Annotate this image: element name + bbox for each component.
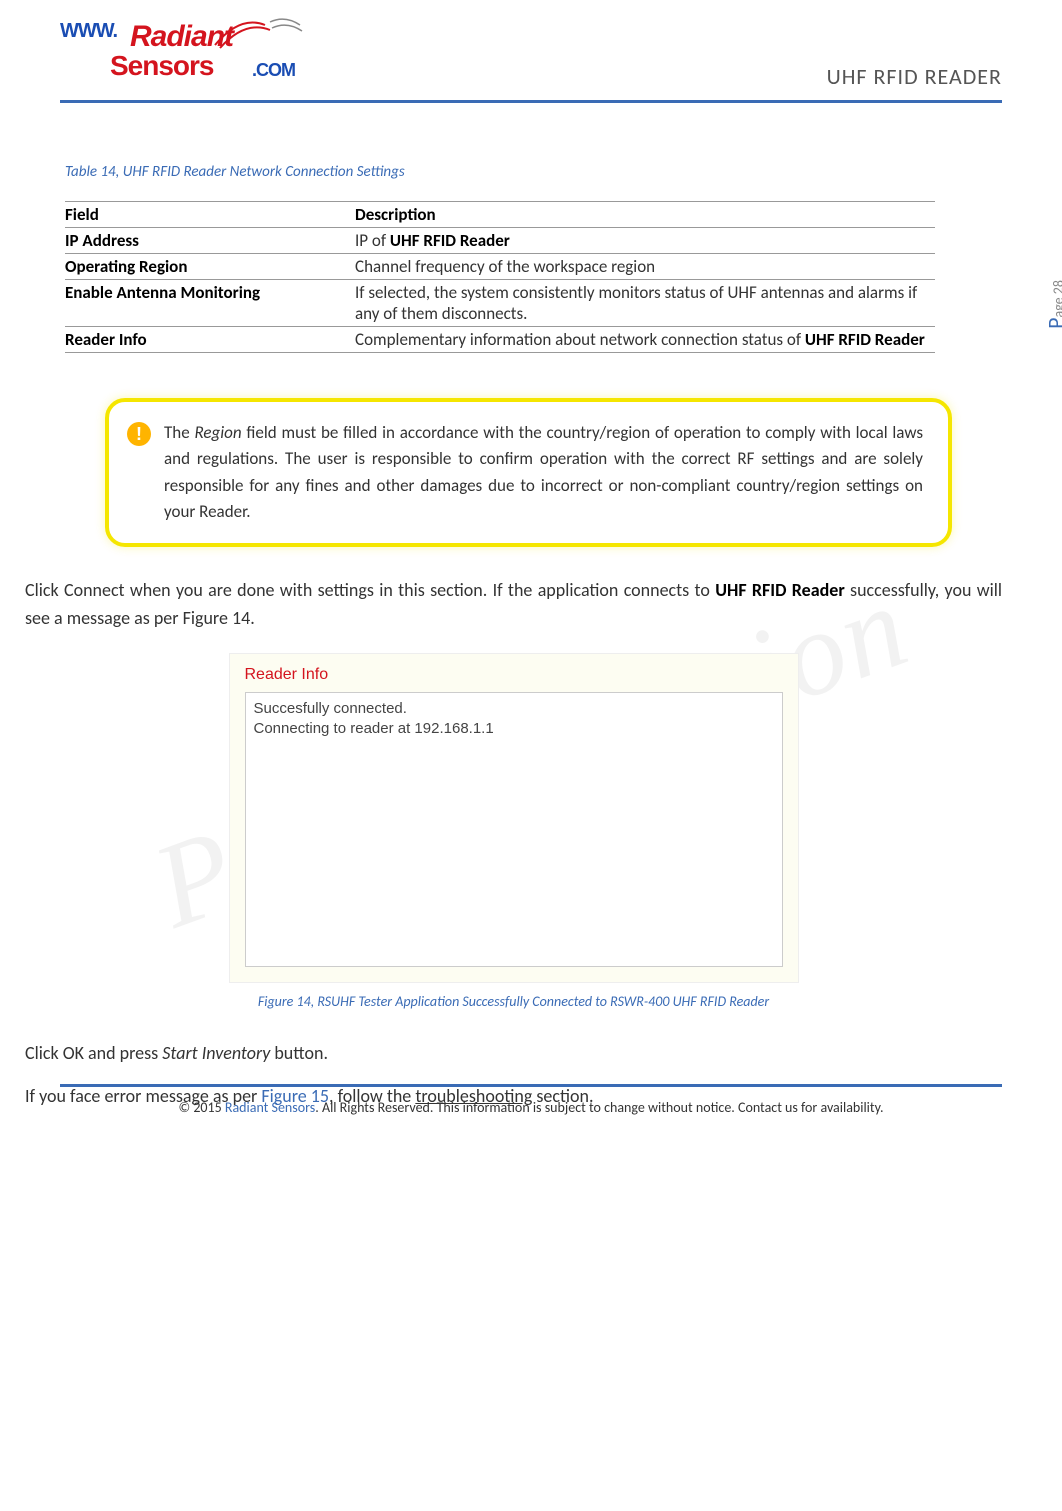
- footer-pre: © 2015: [178, 1099, 224, 1116]
- cell-field: IP Address: [65, 228, 355, 254]
- p2-em: Start Inventory: [162, 1042, 270, 1064]
- col-field: Field: [65, 202, 355, 228]
- desc-text: IP of: [355, 230, 390, 251]
- cell-field: Enable Antenna Monitoring: [65, 280, 355, 327]
- callout-em: Region: [194, 422, 241, 443]
- logo-radiant: Radiant: [130, 20, 233, 54]
- table-row: Reader Info Complementary information ab…: [65, 327, 935, 353]
- figure-reader-info: Reader Info Succesfully connected. Conne…: [229, 653, 799, 1010]
- page-age: age: [1050, 294, 1062, 317]
- p2-post: button.: [270, 1042, 328, 1064]
- paragraph-connect: Click Connect when you are done with set…: [25, 577, 1002, 633]
- cell-field: Operating Region: [65, 254, 355, 280]
- cell-desc: If selected, the system consistently mon…: [355, 280, 935, 327]
- reader-info-title: Reader Info: [245, 666, 783, 684]
- settings-table: Field Description IP Address IP of UHF R…: [65, 201, 935, 353]
- brand-logo: WWW. Radiant Sensors .COM: [60, 20, 320, 90]
- paragraph-ok: Click OK and press Start Inventory butto…: [25, 1040, 1002, 1068]
- desc-text: Channel frequency of the workspace regio…: [355, 256, 655, 277]
- reader-info-panel: Reader Info Succesfully connected. Conne…: [229, 653, 799, 983]
- cell-desc: Channel frequency of the workspace regio…: [355, 254, 935, 280]
- table-row: Operating Region Channel frequency of th…: [65, 254, 935, 280]
- cell-field: Reader Info: [65, 327, 355, 353]
- logo-www: WWW.: [60, 20, 117, 43]
- logo-com: .COM: [252, 60, 295, 81]
- p1-pre: Click Connect when you are done with set…: [25, 579, 715, 601]
- p1-bold: UHF RFID Reader: [715, 579, 845, 601]
- page-p: P: [1042, 318, 1062, 329]
- callout-pre: The: [164, 422, 194, 443]
- callout-post: field must be filled in accordance with …: [164, 422, 923, 522]
- reader-info-textarea: Succesfully connected. Connecting to rea…: [245, 692, 783, 967]
- desc-text: Complementary information about network …: [355, 329, 805, 350]
- table-header-row: Field Description: [65, 202, 935, 228]
- footer-text: © 2015 Radiant Sensors. All Rights Reser…: [60, 1099, 1002, 1116]
- document-title: UHF RFID READER: [827, 63, 1002, 90]
- ri-line1: Succesfully connected.: [254, 700, 407, 717]
- desc-text: If selected, the system consistently mon…: [355, 282, 917, 324]
- cell-desc: IP of UHF RFID Reader: [355, 228, 935, 254]
- logo-sensors: Sensors: [110, 50, 214, 82]
- footer-divider: [60, 1084, 1002, 1087]
- desc-bold: UHF RFID Reader: [390, 230, 510, 251]
- figure-caption: Figure 14, RSUHF Tester Application Succ…: [229, 993, 799, 1010]
- page-num-value: 28: [1050, 280, 1062, 294]
- warning-icon: !: [127, 422, 151, 446]
- page-footer: © 2015 Radiant Sensors. All Rights Reser…: [60, 1084, 1002, 1116]
- cell-desc: Complementary information about network …: [355, 327, 935, 353]
- table-row: Enable Antenna Monitoring If selected, t…: [65, 280, 935, 327]
- footer-brand: Radiant Sensors: [225, 1099, 315, 1116]
- col-desc: Description: [355, 202, 935, 228]
- desc-bold: UHF RFID Reader: [805, 329, 925, 350]
- page-number: Page 28: [1042, 280, 1062, 329]
- ri-line2: Connecting to reader at 192.168.1.1: [254, 720, 494, 737]
- warning-callout: ! The Region field must be filled in acc…: [105, 398, 952, 547]
- table-caption: Table 14, UHF RFID Reader Network Connec…: [65, 163, 1002, 181]
- table-row: IP Address IP of UHF RFID Reader: [65, 228, 935, 254]
- footer-post: . All Rights Reserved. This information …: [315, 1099, 883, 1116]
- page-header: WWW. Radiant Sensors .COM UHF RFID READE…: [0, 0, 1062, 100]
- p2-pre: Click OK and press: [25, 1042, 162, 1064]
